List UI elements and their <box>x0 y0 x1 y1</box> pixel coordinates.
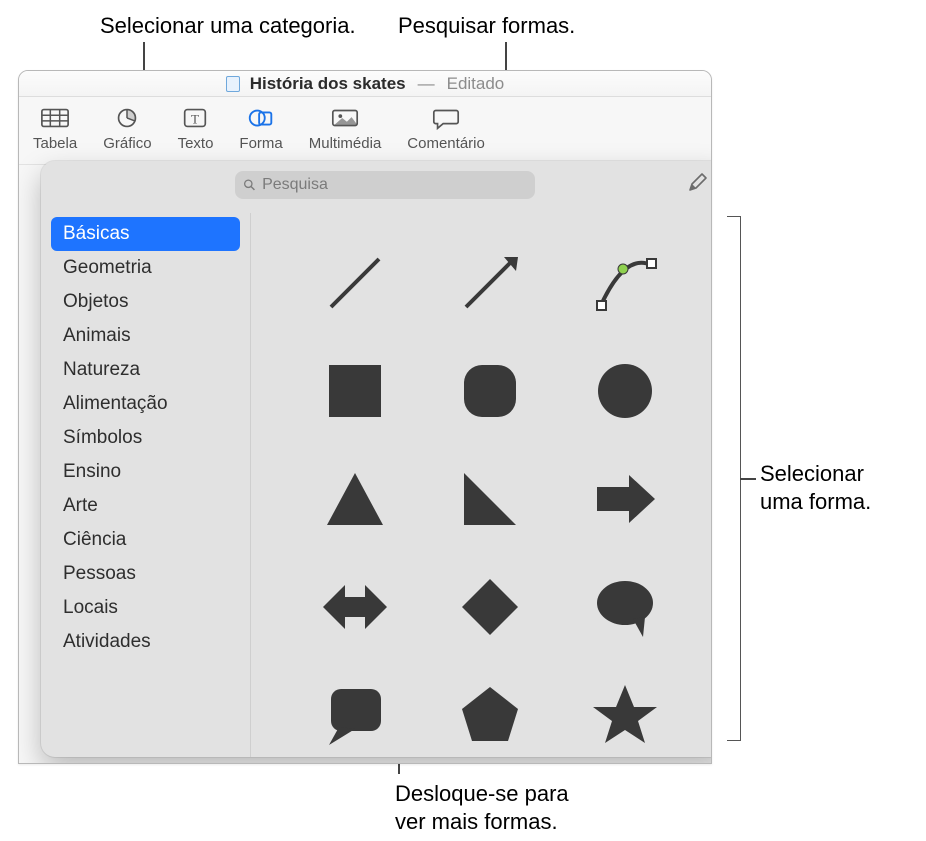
sidebar-item-simbolos[interactable]: Símbolos <box>51 421 240 455</box>
shape-circle[interactable] <box>560 339 691 443</box>
category-sidebar: Básicas Geometria Objetos Animais Nature… <box>41 213 251 757</box>
shape-icon <box>244 105 278 131</box>
sidebar-item-ensino[interactable]: Ensino <box>51 455 240 489</box>
sidebar-item-label: Objetos <box>63 291 128 312</box>
comment-icon <box>429 105 463 131</box>
media-icon <box>328 105 362 131</box>
sidebar-item-label: Símbolos <box>63 427 142 448</box>
shape-curve[interactable] <box>560 231 691 335</box>
toolbar-label: Comentário <box>407 135 485 152</box>
sidebar-item-arte[interactable]: Arte <box>51 489 240 523</box>
shape-arrow-bidirectional[interactable] <box>289 555 420 659</box>
shapes-popover: Básicas Geometria Objetos Animais Nature… <box>41 161 712 757</box>
sidebar-item-objetos[interactable]: Objetos <box>51 285 240 319</box>
callout-search-shapes: Pesquisar formas. <box>398 12 575 40</box>
shape-pentagon[interactable] <box>424 663 555 757</box>
shape-square[interactable] <box>289 339 420 443</box>
shape-speech-bubble[interactable] <box>560 555 691 659</box>
sidebar-item-label: Locais <box>63 597 118 618</box>
toolbar-item-shape[interactable]: Forma <box>235 103 286 154</box>
shape-right-triangle[interactable] <box>424 447 555 551</box>
chart-icon <box>110 105 144 131</box>
toolbar-label: Tabela <box>33 135 77 152</box>
toolbar-label: Forma <box>239 135 282 152</box>
callout-select-shape: Selecionar uma forma. <box>760 460 871 515</box>
toolbar: Tabela Gráfico T Texto Forma Multimédia <box>19 97 711 165</box>
toolbar-label: Texto <box>178 135 214 152</box>
callout-text: ver mais formas. <box>395 809 558 834</box>
app-window: História dos skates — Editado Tabela Grá… <box>18 70 712 764</box>
sidebar-item-animais[interactable]: Animais <box>51 319 240 353</box>
edited-label: Editado <box>447 74 505 94</box>
svg-text:T: T <box>191 112 199 127</box>
sidebar-item-label: Alimentação <box>63 393 168 414</box>
sidebar-item-geometria[interactable]: Geometria <box>51 251 240 285</box>
sidebar-item-label: Arte <box>63 495 98 516</box>
sidebar-item-label: Ciência <box>63 529 126 550</box>
shape-grid[interactable] <box>251 213 712 757</box>
draw-shape-icon[interactable] <box>687 171 709 199</box>
sidebar-item-basicas[interactable]: Básicas <box>51 217 240 251</box>
search-field[interactable] <box>235 171 535 199</box>
shape-arrow-right[interactable] <box>560 447 691 551</box>
search-icon <box>243 178 256 192</box>
popover-body: Básicas Geometria Objetos Animais Nature… <box>41 213 712 757</box>
document-icon <box>226 76 240 92</box>
sidebar-item-label: Natureza <box>63 359 140 380</box>
toolbar-item-table[interactable]: Tabela <box>29 103 81 154</box>
callout-select-category: Selecionar uma categoria. <box>100 12 356 40</box>
search-input[interactable] <box>262 176 527 194</box>
shape-diamond[interactable] <box>424 555 555 659</box>
shape-arrow-line[interactable] <box>424 231 555 335</box>
shape-rounded-square[interactable] <box>424 339 555 443</box>
sidebar-item-label: Geometria <box>63 257 152 278</box>
toolbar-item-comment[interactable]: Comentário <box>403 103 489 154</box>
sidebar-item-alimentacao[interactable]: Alimentação <box>51 387 240 421</box>
leader-line <box>740 478 756 480</box>
sidebar-item-label: Básicas <box>63 223 130 244</box>
sidebar-item-label: Atividades <box>63 631 151 652</box>
sidebar-item-label: Pessoas <box>63 563 136 584</box>
callout-text: uma forma. <box>760 489 871 514</box>
callout-scroll-more: Desloque-se para ver mais formas. <box>395 780 569 835</box>
sidebar-item-atividades[interactable]: Atividades <box>51 625 240 659</box>
title-separator: — <box>416 74 437 94</box>
toolbar-item-media[interactable]: Multimédia <box>305 103 386 154</box>
popover-header <box>41 161 712 199</box>
toolbar-item-text[interactable]: T Texto <box>174 103 218 154</box>
shape-callout-square[interactable] <box>289 663 420 757</box>
sidebar-item-ciencia[interactable]: Ciência <box>51 523 240 557</box>
sidebar-item-label: Ensino <box>63 461 121 482</box>
text-icon: T <box>178 105 212 131</box>
shape-star[interactable] <box>560 663 691 757</box>
document-title: História dos skates <box>250 74 406 94</box>
shape-triangle[interactable] <box>289 447 420 551</box>
toolbar-item-chart[interactable]: Gráfico <box>99 103 155 154</box>
callout-text: Selecionar <box>760 461 864 486</box>
sidebar-item-label: Animais <box>63 325 131 346</box>
sidebar-item-locais[interactable]: Locais <box>51 591 240 625</box>
callout-text: Desloque-se para <box>395 781 569 806</box>
table-icon <box>38 105 72 131</box>
sidebar-item-pessoas[interactable]: Pessoas <box>51 557 240 591</box>
sidebar-item-natureza[interactable]: Natureza <box>51 353 240 387</box>
toolbar-label: Gráfico <box>103 135 151 152</box>
shape-line[interactable] <box>289 231 420 335</box>
titlebar: História dos skates — Editado <box>19 71 711 97</box>
toolbar-label: Multimédia <box>309 135 382 152</box>
bracket-right <box>727 216 741 741</box>
